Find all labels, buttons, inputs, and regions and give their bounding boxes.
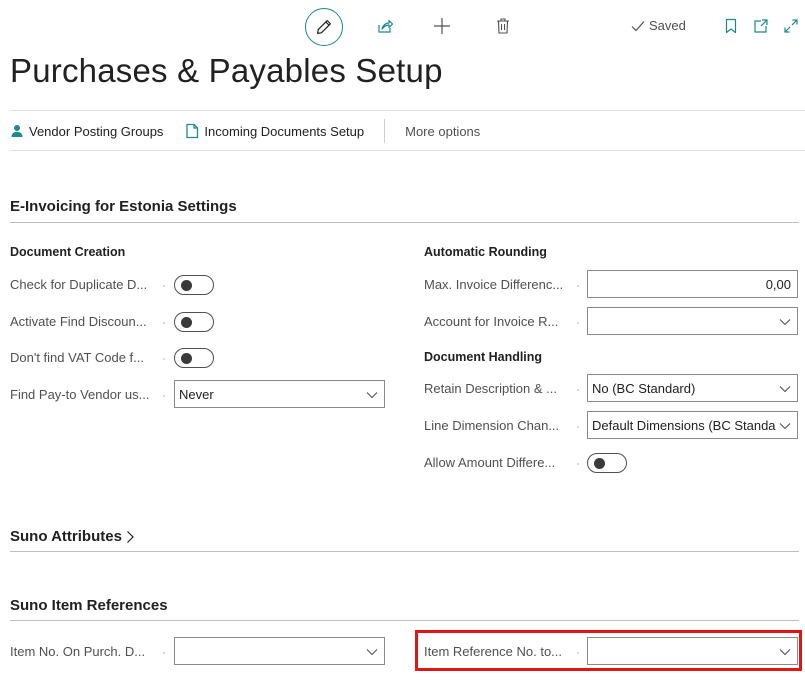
document-icon — [186, 123, 199, 139]
saved-status: Saved — [630, 18, 686, 33]
edit-icon[interactable] — [305, 8, 343, 46]
page-title: Purchases & Payables Setup — [10, 52, 443, 89]
chevron-down-icon — [779, 319, 791, 326]
trash-icon[interactable] — [491, 14, 515, 38]
field-dot — [577, 426, 579, 428]
retain-description-select[interactable]: No (BC Standard) — [587, 374, 798, 402]
section-divider — [10, 551, 799, 552]
field-dot — [163, 285, 165, 287]
allow-amount-diff-label: Allow Amount Differe... — [424, 455, 556, 470]
incoming-documents-setup-label: Incoming Documents Setup — [204, 123, 365, 139]
chevron-right-icon — [127, 530, 134, 543]
find-pay-to-vendor-label: Find Pay-to Vendor us... — [10, 387, 150, 402]
suno-attributes-label: Suno Attributes — [10, 528, 122, 545]
document-creation-title: Document Creation — [10, 245, 126, 259]
field-dot — [163, 652, 165, 654]
retain-description-value: No (BC Standard) — [592, 380, 696, 396]
section-divider — [10, 222, 799, 223]
vendor-posting-groups-action[interactable]: Vendor Posting Groups — [10, 124, 163, 139]
chevron-down-icon — [779, 386, 791, 393]
automatic-rounding-title: Automatic Rounding — [424, 245, 547, 259]
line-dimension-change-label: Line Dimension Chan... — [424, 418, 560, 433]
max-invoice-diff-label: Max. Invoice Differenc... — [424, 277, 564, 292]
line-dimension-change-select[interactable]: Default Dimensions (BC Standa — [587, 411, 798, 439]
action-separator — [384, 119, 386, 143]
einvoicing-section-title[interactable]: E-Invoicing for Estonia Settings — [10, 198, 237, 215]
field-dot — [577, 322, 579, 324]
section-divider — [10, 620, 799, 621]
allow-amount-diff-toggle[interactable] — [587, 453, 627, 473]
dont-find-vat-label: Don't find VAT Code f... — [10, 350, 144, 365]
saved-label: Saved — [649, 18, 686, 33]
plus-icon[interactable] — [430, 14, 454, 38]
retain-description-label: Retain Description & ... — [424, 381, 557, 396]
activate-find-discount-label: Activate Find Discoun... — [10, 314, 147, 329]
field-dot — [577, 463, 579, 465]
action-bar: Vendor Posting Groups Incoming Documents… — [10, 113, 805, 149]
check-duplicate-label: Check for Duplicate D... — [10, 277, 148, 292]
activate-find-discount-toggle[interactable] — [174, 312, 214, 332]
field-dot — [163, 358, 165, 360]
share-icon[interactable] — [373, 14, 397, 38]
expand-icon[interactable] — [780, 15, 802, 37]
field-dot — [577, 285, 579, 287]
chevron-down-icon — [779, 423, 791, 430]
field-dot — [163, 322, 165, 324]
field-dot — [577, 389, 579, 391]
check-duplicate-toggle[interactable] — [174, 275, 214, 295]
page-toolbar: Saved — [0, 0, 805, 46]
item-no-on-purch-select[interactable] — [174, 637, 385, 665]
more-options-button[interactable]: More options — [405, 124, 480, 139]
account-invoice-rounding-label: Account for Invoice R... — [424, 314, 559, 329]
popout-icon[interactable] — [750, 15, 772, 37]
divider — [10, 150, 805, 151]
bookmark-icon[interactable] — [720, 15, 742, 37]
suno-item-references-section-title[interactable]: Suno Item References — [10, 597, 168, 614]
highlight-box — [415, 630, 802, 671]
find-pay-to-vendor-select[interactable]: Never — [174, 380, 385, 408]
max-invoice-diff-input[interactable]: 0,00 — [587, 270, 798, 298]
suno-attributes-section-title[interactable]: Suno Attributes — [10, 528, 135, 545]
divider — [10, 110, 805, 111]
dont-find-vat-toggle[interactable] — [174, 348, 214, 368]
item-no-on-purch-label: Item No. On Purch. D... — [10, 644, 146, 659]
chevron-down-icon — [366, 392, 378, 399]
field-dot — [163, 395, 165, 397]
find-pay-to-vendor-value: Never — [179, 386, 214, 402]
person-icon — [11, 125, 23, 137]
account-invoice-rounding-select[interactable] — [587, 307, 798, 335]
document-handling-title: Document Handling — [424, 350, 543, 364]
incoming-documents-setup-action[interactable]: Incoming Documents Setup — [185, 123, 364, 139]
chevron-down-icon — [366, 649, 378, 656]
checkmark-icon — [631, 20, 645, 31]
line-dimension-change-value: Default Dimensions (BC Standa — [592, 417, 776, 433]
vendor-posting-groups-label: Vendor Posting Groups — [29, 123, 164, 139]
